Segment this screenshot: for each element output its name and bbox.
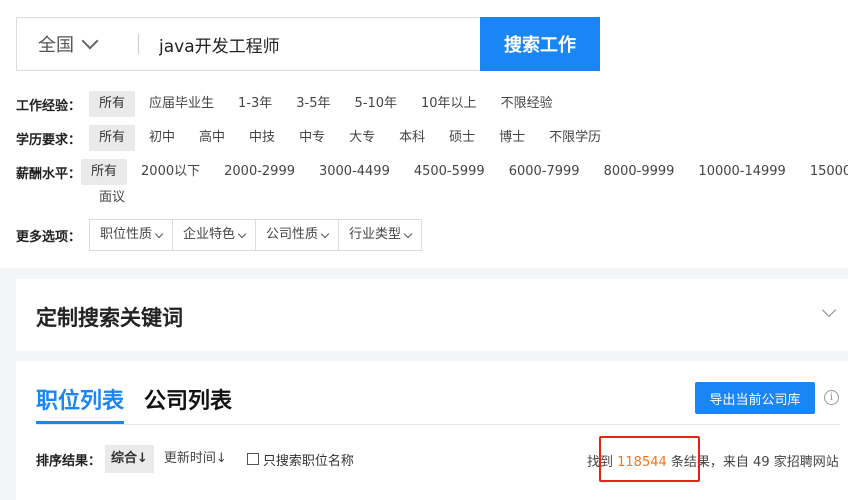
- result-prefix: 找到: [587, 455, 618, 470]
- company-type-dropdown[interactable]: 公司性质: [256, 220, 340, 250]
- salary-label: 薪酬水平：: [16, 166, 82, 182]
- salary-option[interactable]: 10000-14999: [688, 159, 795, 185]
- sort-update-time[interactable]: 更新时间↓: [158, 445, 233, 473]
- experience-filter-row: 工作经验： 所有 应届毕业生 1-3年 3-5年 5-10年 10年以上 不限经…: [16, 91, 567, 117]
- result-count: 118544: [617, 455, 667, 470]
- salary-option[interactable]: 2000以下: [131, 159, 210, 185]
- tab-divider: [36, 424, 840, 425]
- search-button[interactable]: 搜索工作: [480, 17, 600, 71]
- search-divider: [138, 34, 139, 54]
- experience-option[interactable]: 所有: [89, 91, 136, 117]
- education-option[interactable]: 中专: [289, 125, 335, 151]
- salary-option[interactable]: 2000-2999: [214, 159, 305, 185]
- export-company-button[interactable]: 导出当前公司库: [695, 382, 815, 414]
- education-option[interactable]: 初中: [139, 125, 185, 151]
- salary-option-negotiable[interactable]: 面议: [99, 188, 125, 208]
- education-option[interactable]: 所有: [89, 125, 136, 151]
- title-only-label[interactable]: 只搜索职位名称: [263, 450, 354, 469]
- salary-option[interactable]: 15000-: [800, 159, 848, 185]
- experience-option[interactable]: 10年以上: [411, 91, 487, 117]
- salary-option[interactable]: 3000-4499: [309, 159, 400, 185]
- chevron-down-icon: [403, 229, 413, 238]
- chevron-down-icon: [81, 32, 99, 50]
- experience-option[interactable]: 3-5年: [286, 91, 340, 117]
- dropdown-label: 职位性质: [100, 227, 153, 242]
- education-option[interactable]: 博士: [489, 125, 535, 151]
- region-label: 全国: [38, 35, 74, 56]
- dropdown-label: 行业类型: [349, 227, 402, 242]
- salary-filter-row: 薪酬水平： 所有 2000以下 2000-2999 3000-4499 4500…: [16, 159, 848, 185]
- job-nature-dropdown[interactable]: 职位性质: [90, 220, 174, 250]
- sort-comprehensive[interactable]: 综合↓: [105, 445, 154, 473]
- experience-label: 工作经验：: [16, 98, 82, 114]
- result-summary: 找到 118544 条结果，来自 49 家招聘网站: [587, 451, 839, 470]
- education-option[interactable]: 本科: [389, 125, 435, 151]
- education-option[interactable]: 中技: [239, 125, 285, 151]
- chevron-down-icon: [154, 229, 164, 238]
- education-label: 学历要求：: [16, 132, 82, 148]
- tab-jobs[interactable]: 职位列表: [36, 383, 124, 415]
- chevron-down-icon[interactable]: [821, 302, 837, 318]
- more-options-label: 更多选项：: [16, 229, 82, 245]
- result-list-panel: 职位列表 公司列表 导出当前公司库 i 排序结果： 综合↓ 更新时间↓ 只搜索职…: [16, 361, 848, 500]
- custom-keyword-panel[interactable]: 定制搜索关键词: [16, 279, 848, 351]
- salary-option[interactable]: 6000-7999: [499, 159, 590, 185]
- more-options-dropdowns: 职位性质 企业特色 公司性质 行业类型: [89, 219, 423, 251]
- education-option[interactable]: 不限学历: [539, 125, 611, 151]
- more-options-row: 更多选项： 职位性质 企业特色 公司性质 行业类型: [16, 219, 423, 251]
- dropdown-label: 公司性质: [266, 227, 319, 242]
- experience-option[interactable]: 1-3年: [228, 91, 282, 117]
- chevron-down-icon: [320, 229, 330, 238]
- dropdown-label: 企业特色: [183, 227, 236, 242]
- sort-label: 排序结果：: [36, 453, 102, 469]
- salary-option[interactable]: 所有: [81, 159, 128, 185]
- custom-keyword-title: 定制搜索关键词: [36, 306, 183, 330]
- search-panel: 全国 搜索工作 工作经验： 所有 应届毕业生 1-3年 3-5年 5-10年 1…: [0, 0, 848, 268]
- experience-option[interactable]: 不限经验: [491, 91, 563, 117]
- info-icon[interactable]: i: [824, 390, 839, 405]
- sort-row: 排序结果： 综合↓ 更新时间↓ 只搜索职位名称: [36, 445, 354, 473]
- experience-option[interactable]: 5-10年: [345, 91, 408, 117]
- chevron-down-icon: [237, 229, 247, 238]
- region-select[interactable]: 全国: [17, 18, 125, 70]
- company-feature-dropdown[interactable]: 企业特色: [173, 220, 257, 250]
- education-option[interactable]: 高中: [189, 125, 235, 151]
- education-filter-row: 学历要求： 所有 初中 高中 中技 中专 大专 本科 硕士 博士 不限学历: [16, 125, 615, 151]
- salary-option[interactable]: 4500-5999: [404, 159, 495, 185]
- tab-companies[interactable]: 公司列表: [144, 383, 232, 415]
- industry-dropdown[interactable]: 行业类型: [339, 220, 421, 250]
- result-suffix: 条结果，来自 49 家招聘网站: [666, 455, 839, 470]
- search-input[interactable]: [159, 25, 479, 63]
- education-option[interactable]: 硕士: [439, 125, 485, 151]
- title-only-checkbox[interactable]: [246, 453, 259, 465]
- salary-option[interactable]: 8000-9999: [594, 159, 685, 185]
- experience-option[interactable]: 应届毕业生: [139, 91, 224, 117]
- education-option[interactable]: 大专: [339, 125, 385, 151]
